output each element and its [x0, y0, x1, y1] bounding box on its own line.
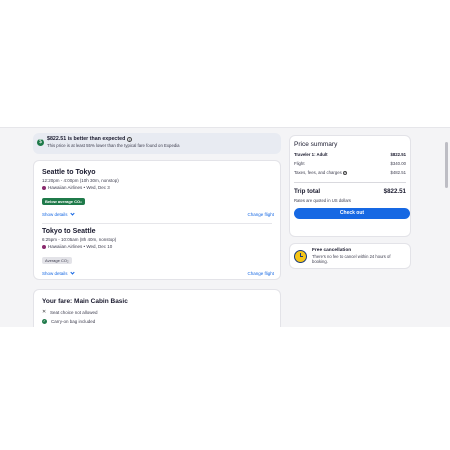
taxes-label: Taxes, fees, and charges — [294, 170, 342, 175]
fare-item: ✕ Seat choice not allowed — [42, 309, 272, 315]
vertical-scrollbar[interactable] — [445, 142, 448, 318]
flight-leg-return: Tokyo to Seattle 6:25pm - 10:05am (8h 40… — [42, 228, 274, 276]
price-deal-banner: $ $822.51 is better than expected i This… — [33, 133, 281, 154]
flights-card: Seattle to Tokyo 12:20pm - 4:00pm (10h 3… — [33, 160, 281, 280]
co2-badge: Below average CO₂ — [42, 198, 85, 205]
show-details-link[interactable]: Show details — [42, 270, 75, 276]
co2-badge: Average CO₂ — [42, 257, 72, 264]
change-flight-link[interactable]: Change flight — [247, 212, 274, 217]
currency-note: Rates are quoted in US dollars — [294, 198, 352, 203]
chevron-down-icon — [69, 211, 75, 216]
taxes-row: Taxes, fees, and charges? $482.51 — [294, 170, 406, 175]
flight-label: Flight — [294, 161, 305, 166]
leg-airline-row: Hawaiian Airlines • Wed, Dec 3 — [42, 185, 274, 190]
show-details-link[interactable]: Show details — [42, 211, 75, 217]
trip-total-value: $822.51 — [383, 188, 406, 195]
flight-row: Flight $340.00 — [294, 161, 406, 166]
price-summary-title: Price summary — [294, 141, 338, 148]
leg-airline: Hawaiian Airlines • Wed, Dec 10 — [48, 244, 113, 249]
cancellation-text: There's no fee to cancel within 24 hours… — [312, 254, 391, 264]
fare-item-text: Carry-on bag included — [51, 319, 96, 324]
airline-logo-icon — [42, 185, 46, 190]
check-out-button[interactable]: Check out — [294, 208, 410, 219]
trip-total-label: Trip total — [294, 188, 321, 195]
leg-airline-row: Hawaiian Airlines • Wed, Dec 10 — [42, 244, 274, 249]
show-details-label: Show details — [42, 271, 68, 276]
banner-subtitle: This price is at least 55% lower than th… — [47, 143, 180, 148]
scrollbar-thumb[interactable] — [445, 142, 448, 188]
help-icon[interactable]: ? — [342, 171, 347, 175]
cancellation-title: Free cancellation — [312, 248, 352, 253]
banner-title: $822.51 is better than expected — [47, 136, 126, 142]
flight-leg-outbound: Seattle to Tokyo 12:20pm - 4:00pm (10h 3… — [42, 169, 274, 217]
flight-value: $340.00 — [390, 161, 406, 166]
price-tag-icon: $ — [37, 139, 44, 146]
leg-airline: Hawaiian Airlines • Wed, Dec 3 — [48, 185, 110, 190]
leg-links: Show details Change flight — [42, 211, 274, 217]
change-flight-link[interactable]: Change flight — [247, 271, 274, 276]
checkout-viewport: $ $822.51 is better than expected i This… — [0, 127, 450, 327]
leg-title: Seattle to Tokyo — [42, 169, 96, 176]
trip-total-row: Trip total $822.51 — [294, 188, 406, 195]
fare-item-text: Seat choice not allowed — [50, 309, 98, 315]
leg-title: Tokyo to Seattle — [42, 228, 96, 235]
traveler-row: Traveler 1: Adult $822.51 — [294, 152, 406, 157]
fare-item: ✓ Carry-on bag included — [42, 319, 272, 324]
fare-title: Your fare: Main Cabin Basic — [42, 298, 128, 305]
chevron-down-icon — [69, 270, 75, 275]
leg-time: 12:20pm - 4:00pm (10h 30m, nonstop) — [42, 178, 119, 183]
x-icon: ✕ — [42, 309, 47, 315]
show-details-label: Show details — [42, 212, 68, 217]
traveler-value: $822.51 — [390, 152, 406, 157]
traveler-label: Traveler 1: Adult — [294, 152, 328, 157]
clock-icon — [294, 250, 307, 263]
banner-title-row: $822.51 is better than expected i — [47, 136, 277, 142]
free-cancellation-card: Free cancellation There's no fee to canc… — [289, 243, 411, 269]
leg-time: 6:25pm - 10:05am (8h 40m, nonstop) — [42, 237, 117, 242]
summary-divider — [294, 182, 406, 183]
price-summary-card: Price summary Traveler 1: Adult $822.51 … — [289, 135, 411, 237]
airline-logo-icon — [42, 244, 46, 249]
taxes-value: $482.51 — [390, 170, 406, 175]
leg-divider — [42, 223, 272, 224]
fare-card: Your fare: Main Cabin Basic ✕ Seat choic… — [33, 289, 281, 327]
leg-links: Show details Change flight — [42, 270, 274, 276]
check-icon: ✓ — [42, 319, 47, 324]
taxes-label-wrap: Taxes, fees, and charges? — [294, 170, 347, 175]
info-icon[interactable]: i — [127, 136, 133, 142]
